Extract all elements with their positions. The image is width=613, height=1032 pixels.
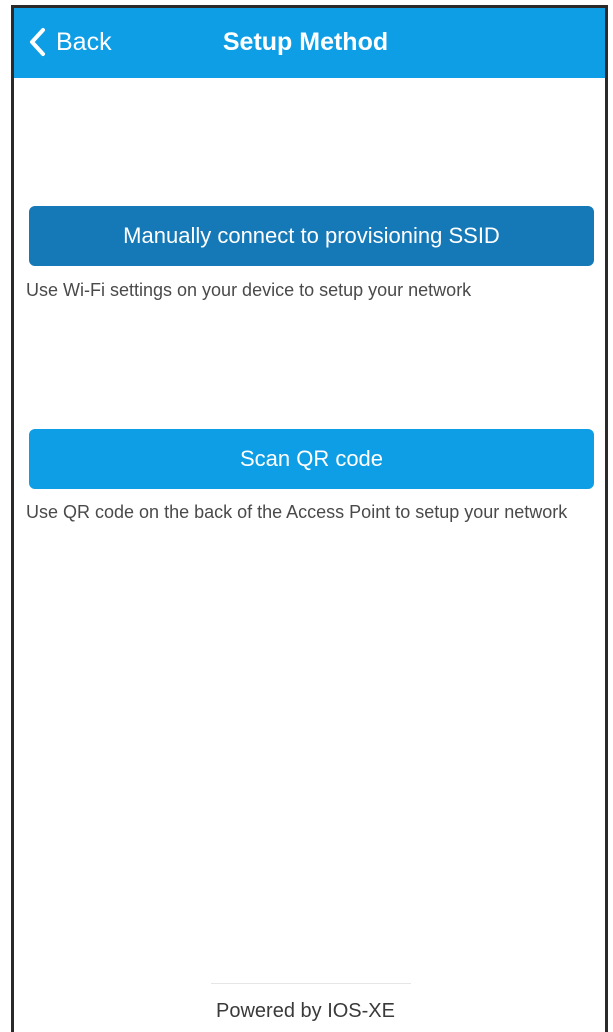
navigation-bar: Back Setup Method	[14, 8, 605, 78]
powered-by-footer: Powered by IOS-XE	[216, 1000, 395, 1022]
phone-screen: Back Setup Method Manually connect to pr…	[11, 5, 608, 1032]
footer-divider	[211, 983, 411, 984]
page-title: Setup Method	[222, 28, 389, 56]
manual-connect-button[interactable]: Manually connect to provisioning SSID	[29, 206, 594, 266]
manual-connect-description: Use Wi-Fi settings on your device to set…	[26, 280, 472, 300]
scan-qr-code-button[interactable]: Scan QR code	[29, 429, 594, 489]
scan-qr-code-description: Use QR code on the back of the Access Po…	[26, 502, 568, 522]
